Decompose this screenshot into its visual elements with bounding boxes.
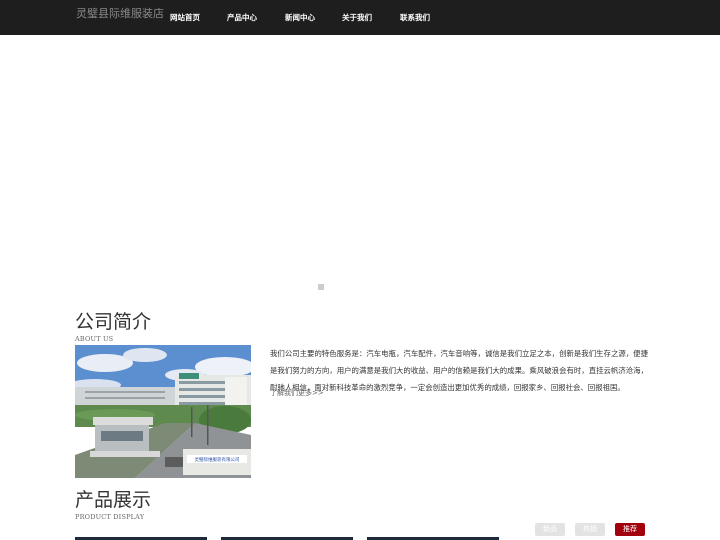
products-title: 产品展示 bbox=[75, 489, 152, 511]
nav-about[interactable]: 关于我们 bbox=[342, 12, 372, 23]
about-more-link[interactable]: 了解我们更多>> bbox=[270, 388, 324, 398]
company-sign-text: 灵璧际维服装有限公司 bbox=[195, 456, 240, 463]
tab-hot[interactable]: 热销 bbox=[575, 523, 605, 536]
tab-recommend[interactable]: 推荐 bbox=[615, 523, 645, 536]
tab-new[interactable]: 新品 bbox=[535, 523, 565, 536]
site-name[interactable]: 灵璧县际维服装店 bbox=[76, 5, 164, 21]
about-subtitle: ABOUT US bbox=[75, 335, 114, 343]
banner-pager-dot[interactable] bbox=[318, 284, 324, 290]
products-subtitle: PRODUCT DISPLAY bbox=[75, 513, 145, 521]
nav-products[interactable]: 产品中心 bbox=[227, 12, 257, 23]
nav-contact[interactable]: 联系我们 bbox=[400, 12, 430, 23]
nav-news[interactable]: 新闻中心 bbox=[285, 12, 315, 23]
company-photo: 灵璧际维服装有限公司 bbox=[75, 345, 251, 478]
top-header-bar: 灵璧县际维服装店 网站首页 产品中心 新闻中心 关于我们 联系我们 bbox=[0, 0, 720, 35]
nav-home[interactable]: 网站首页 bbox=[170, 12, 200, 23]
about-description: 我们公司主要的特色服务是：汽车电瓶，汽车配件，汽车音响等，诚信是我们立足之本，创… bbox=[270, 349, 648, 392]
about-title: 公司简介 bbox=[75, 311, 152, 333]
